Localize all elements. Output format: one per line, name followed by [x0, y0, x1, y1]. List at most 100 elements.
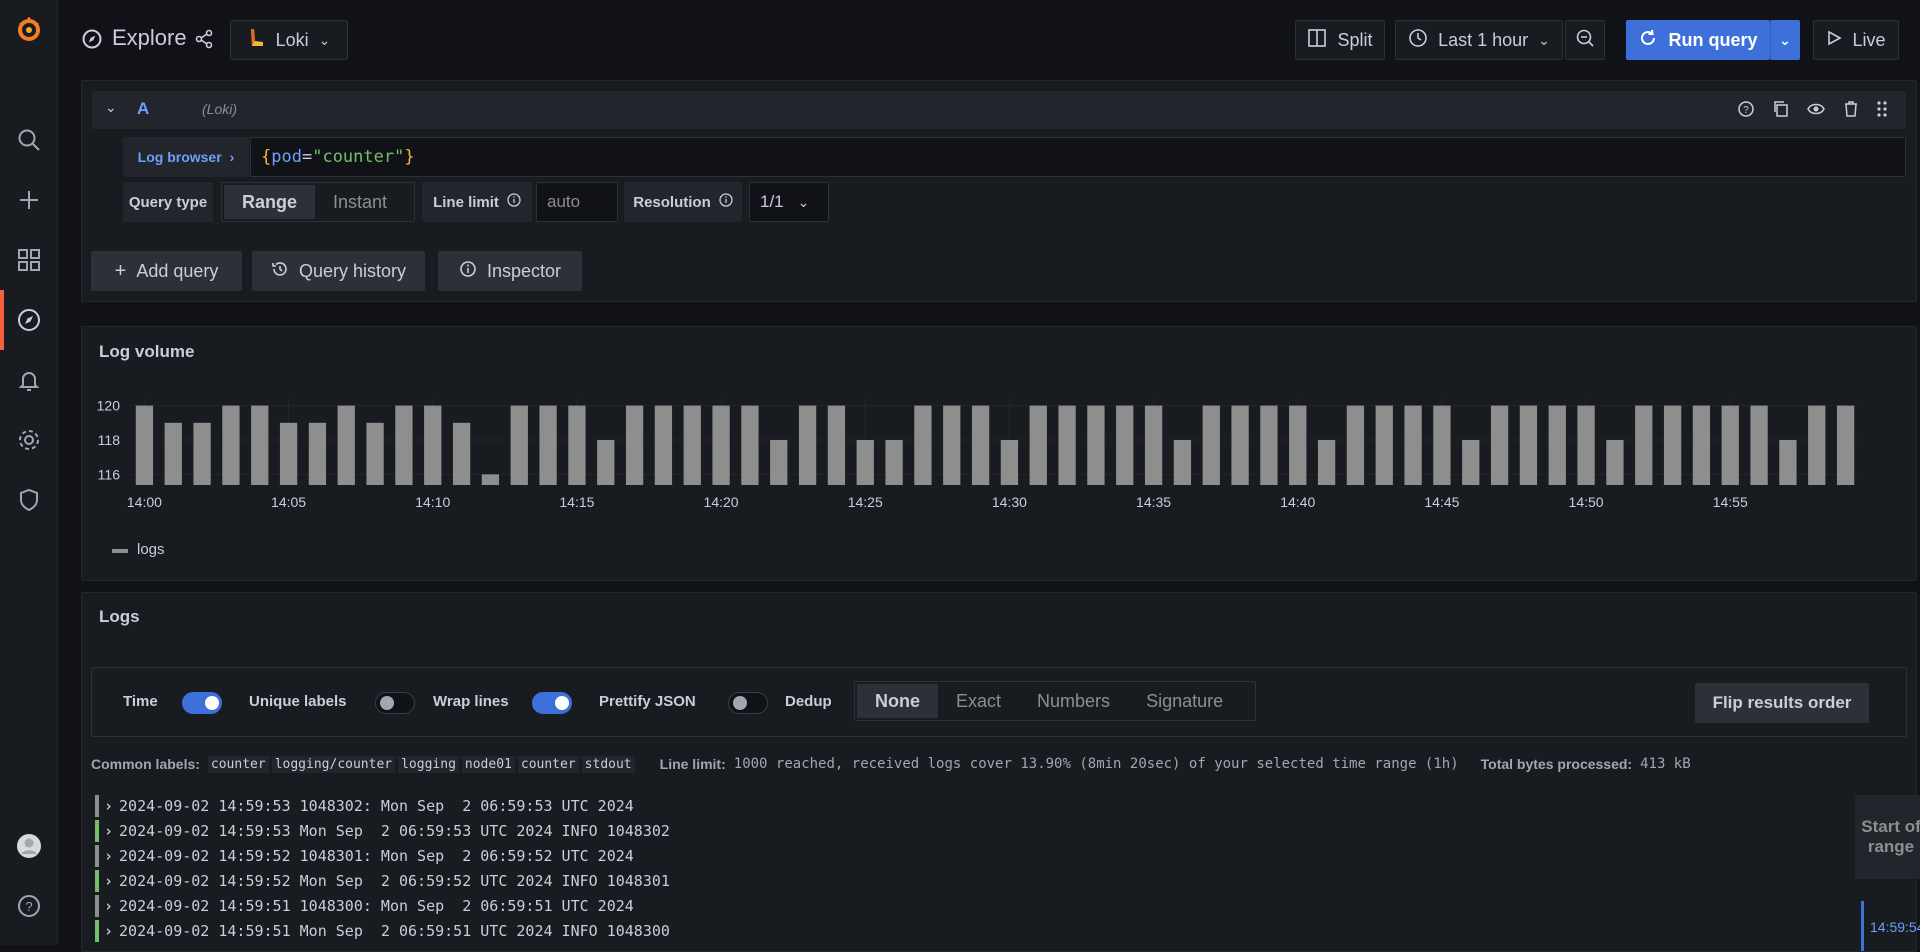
line-limit-input[interactable]: auto [536, 182, 618, 222]
datasource-name: Loki [275, 29, 309, 50]
query-expression-input[interactable]: {pod = "counter"} [250, 137, 1906, 177]
gear-icon[interactable] [11, 422, 47, 458]
time-range-picker[interactable]: Last 1 hour ⌄ [1395, 20, 1563, 60]
zoom-out-button[interactable] [1565, 20, 1605, 60]
info-icon[interactable] [719, 193, 733, 211]
dedup-numbers[interactable]: Numbers [1019, 684, 1128, 718]
dedup-exact[interactable]: Exact [938, 684, 1019, 718]
expand-chevron-icon[interactable]: › [104, 847, 113, 865]
log-line-text: 2024-09-02 14:59:53 Mon Sep 2 06:59:53 U… [119, 822, 670, 840]
volume-bar [1750, 405, 1768, 485]
inspector-label: Inspector [486, 260, 562, 281]
unique-labels-toggle[interactable] [375, 692, 415, 714]
volume-bar [654, 405, 673, 485]
live-button[interactable]: Live [1813, 20, 1899, 60]
split-button[interactable]: Split [1295, 20, 1385, 60]
clock-icon [1408, 28, 1428, 53]
volume-bar [366, 422, 384, 485]
x-tick-label: 14:10 [415, 494, 450, 510]
expand-chevron-icon[interactable]: › [104, 797, 113, 815]
log-row[interactable]: › 2024-09-02 14:59:51 Mon Sep 2 06:59:51 … [104, 920, 670, 942]
inspector-button[interactable]: Inspector [438, 251, 582, 291]
volume-bar [1087, 405, 1105, 485]
logs-options-bar: Time Unique labels Wrap lines Prettify J… [91, 667, 1907, 737]
line-limit-meta-text: 1000 reached, received logs cover 13.90%… [733, 756, 1459, 772]
query-type-instant[interactable]: Instant [315, 185, 405, 219]
volume-bar [1231, 405, 1249, 485]
query-ref-id[interactable]: A [137, 99, 149, 119]
collapse-chevron-icon[interactable]: ⌄ [105, 99, 117, 116]
expand-chevron-icon[interactable]: › [104, 872, 113, 890]
unique-labels-toggle-label: Unique labels [249, 693, 347, 710]
help-icon[interactable]: ? [11, 888, 47, 924]
time-toggle[interactable] [182, 692, 222, 714]
trash-icon[interactable] [1842, 100, 1860, 123]
volume-bar [1692, 405, 1711, 485]
common-label-chip: node01 [461, 755, 515, 773]
expand-chevron-icon[interactable]: › [104, 822, 113, 840]
time-toggle-label: Time [123, 693, 158, 710]
log-level-indicator [95, 845, 99, 867]
refresh-icon [1638, 28, 1658, 53]
log-row[interactable]: › 2024-09-02 14:59:52 Mon Sep 2 06:59:52 … [104, 870, 670, 892]
drag-handle-icon[interactable] [1875, 100, 1889, 123]
x-tick-label: 14:55 [1713, 494, 1748, 510]
query-history-button[interactable]: Query history [252, 251, 425, 291]
volume-bar [1173, 440, 1192, 485]
log-row[interactable]: › 2024-09-02 14:59:53 Mon Sep 2 06:59:53 … [104, 820, 670, 842]
explore-title-icon [81, 28, 103, 55]
explore-icon[interactable] [11, 302, 47, 338]
volume-bar [1000, 440, 1019, 485]
plus-icon[interactable] [11, 182, 47, 218]
grafana-logo-icon[interactable] [11, 12, 47, 48]
dedup-none[interactable]: None [857, 684, 938, 718]
flip-results-order-button[interactable]: Flip results order [1695, 683, 1869, 723]
dedup-signature[interactable]: Signature [1128, 684, 1241, 718]
log-row[interactable]: › 2024-09-02 14:59:51 1048300: Mon Sep 2 … [104, 895, 634, 917]
wrap-lines-toggle[interactable] [532, 692, 572, 714]
query-type-range[interactable]: Range [224, 185, 316, 219]
search-icon[interactable] [11, 122, 47, 158]
log-volume-panel: Log volume 120 118 116 14:00 14:05 14:10 14:15… [81, 326, 1917, 581]
expr-operator: = [301, 147, 313, 167]
loki-icon [248, 27, 266, 54]
logs-meta-row: Common labels: counter logging/counter l… [91, 752, 1907, 776]
common-labels-title: Common labels: [91, 756, 200, 772]
expand-chevron-icon[interactable]: › [104, 922, 113, 940]
line-limit-text: Line limit [433, 193, 499, 211]
add-query-button[interactable]: + Add query [91, 251, 242, 291]
run-query-label: Run query [1668, 29, 1758, 50]
dashboards-icon[interactable] [11, 242, 47, 278]
query-datasource-hint: (Loki) [202, 101, 238, 117]
log-line-text: 2024-09-02 14:59:51 1048300: Mon Sep 2 0… [119, 897, 634, 915]
datasource-picker[interactable]: Loki ⌄ [230, 20, 348, 60]
log-browser-button[interactable]: Log browser › [123, 137, 249, 177]
run-query-dropdown[interactable]: ⌄ [1770, 20, 1800, 60]
info-icon[interactable] [507, 193, 521, 211]
plus-icon: + [114, 259, 127, 282]
start-of-range-button[interactable]: Start of range [1855, 795, 1920, 879]
bell-icon[interactable] [11, 362, 47, 398]
log-row[interactable]: › 2024-09-02 14:59:53 1048302: Mon Sep 2 … [104, 795, 634, 817]
copy-icon[interactable] [1772, 100, 1790, 123]
prettify-json-toggle[interactable] [728, 692, 768, 714]
log-level-indicator [95, 820, 99, 842]
log-row[interactable]: › 2024-09-02 14:59:52 1048301: Mon Sep 2 … [104, 845, 634, 867]
avatar-icon[interactable] [11, 828, 47, 864]
volume-bar [798, 405, 817, 485]
share-icon[interactable] [194, 29, 214, 54]
legend-label[interactable]: logs [137, 541, 165, 558]
help-icon[interactable]: ? [1737, 100, 1755, 123]
chevron-down-icon: ⌄ [318, 31, 331, 48]
volume-bar [568, 405, 586, 485]
dedup-radio: None Exact Numbers Signature [854, 681, 1256, 721]
shield-icon[interactable] [11, 482, 47, 518]
logs-title: Logs [99, 607, 140, 626]
resolution-select[interactable]: 1/1 ⌄ [749, 182, 829, 222]
range-nav-time[interactable]: 14:59:54 [1870, 919, 1920, 935]
expand-chevron-icon[interactable]: › [104, 897, 113, 915]
run-query-button[interactable]: Run query [1626, 20, 1770, 60]
eye-icon[interactable] [1807, 100, 1825, 123]
volume-bar [741, 405, 759, 485]
x-tick-label: 14:20 [704, 494, 739, 510]
